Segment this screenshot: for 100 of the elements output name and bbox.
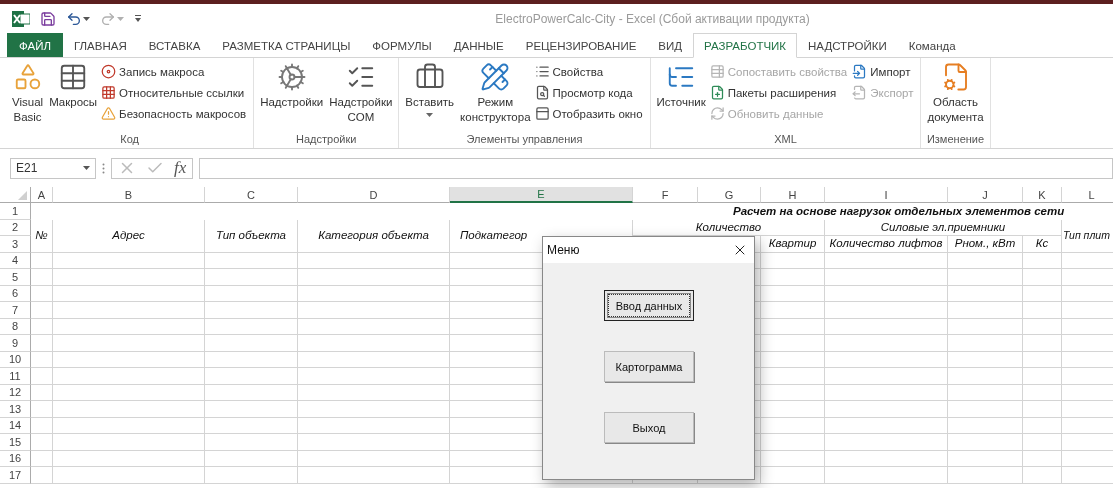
row-header[interactable]: 12 — [0, 384, 31, 401]
row-header[interactable]: 17 — [0, 467, 31, 484]
column-header[interactable]: G — [698, 187, 761, 203]
row-header[interactable]: 14 — [0, 417, 31, 434]
caret-icon[interactable] — [426, 113, 434, 117]
ribbon-command[interactable]: Относительные ссылки — [101, 82, 250, 103]
column-header[interactable]: J — [948, 187, 1023, 203]
name-box[interactable]: E21 — [10, 157, 96, 179]
row-header[interactable]: 15 — [0, 434, 31, 451]
header-cell: Рном., кВт — [948, 236, 1023, 253]
header-cell: Кс — [1023, 236, 1062, 253]
row-header[interactable]: 4 — [0, 252, 31, 269]
ribbon-button-label: Источник — [656, 95, 706, 110]
ribbon-command[interactable]: Просмотр кода — [534, 82, 646, 103]
ribbon-command[interactable]: Безопасность макросов — [101, 103, 250, 124]
ribbon-button[interactable]: Visual Basic — [10, 60, 46, 127]
table-cell — [31, 368, 53, 385]
table-cell — [1023, 401, 1062, 418]
table-cell — [1023, 269, 1062, 286]
header-cell: Тип объекта — [205, 219, 298, 253]
column-header[interactable]: I — [825, 187, 948, 203]
ribbon-button-label: Область документа — [927, 95, 984, 125]
column-header[interactable]: B — [53, 187, 205, 203]
row-header[interactable]: 11 — [0, 368, 31, 385]
column-header[interactable]: K — [1023, 187, 1062, 203]
file-plus-icon — [709, 85, 725, 100]
row-header[interactable]: 16 — [0, 450, 31, 467]
row-header[interactable]: 7 — [0, 302, 31, 319]
table-cell — [31, 401, 53, 418]
table-cell — [1023, 384, 1062, 401]
ribbon-command[interactable]: Запись макроса — [101, 61, 250, 82]
row-header[interactable]: 13 — [0, 401, 31, 418]
ribbon-tab[interactable]: РАЗРАБОТЧИК — [693, 33, 798, 58]
group-label: Изменение — [926, 132, 985, 147]
table-cell — [1023, 417, 1062, 434]
row-header[interactable]: 10 — [0, 351, 31, 368]
table-cell — [31, 269, 53, 286]
table-cell — [31, 351, 53, 368]
column-header[interactable]: C — [205, 187, 298, 203]
caret-icon[interactable] — [83, 166, 90, 170]
group-label: XML — [774, 132, 797, 147]
row-header[interactable]: 6 — [0, 285, 31, 302]
table-cell — [1023, 450, 1062, 467]
ribbon-button-label: Надстройки COM — [329, 95, 393, 125]
grip-icon — [102, 162, 105, 174]
ribbon-button[interactable]: Надстройки COM — [327, 60, 395, 127]
table-cell — [31, 285, 53, 302]
ribbon-command[interactable]: Импорт — [852, 61, 917, 82]
row-header[interactable]: 5 — [0, 269, 31, 286]
column-header[interactable]: E — [450, 187, 633, 203]
table-cell — [1023, 318, 1062, 335]
save-icon[interactable] — [40, 10, 56, 27]
list-icon — [534, 64, 550, 79]
column-header[interactable]: A — [31, 187, 53, 203]
ribbon-button[interactable]: Источник — [654, 60, 708, 112]
ribbon-command[interactable]: Отобразить окно — [534, 103, 646, 124]
group-label: Код — [120, 132, 139, 147]
table-cell — [31, 417, 53, 434]
ribbon-button-label: Надстройки — [260, 95, 324, 110]
dialog-button[interactable]: Картограмма — [604, 351, 694, 382]
ribbon-command[interactable]: Свойства — [534, 61, 646, 82]
table-cell — [1023, 467, 1062, 484]
ribbon-button[interactable]: Макросы — [47, 60, 100, 112]
dialog-button[interactable]: Ввод данных — [604, 290, 694, 321]
row-header[interactable]: 9 — [0, 335, 31, 352]
table-cell — [31, 450, 53, 467]
column-header[interactable]: H — [761, 187, 825, 203]
file-tab[interactable]: ФАЙЛ — [7, 33, 63, 57]
table-cell — [31, 467, 53, 484]
table-cell — [761, 335, 825, 352]
table-cell — [761, 368, 825, 385]
table-cell — [761, 467, 825, 484]
table-cell — [1023, 368, 1062, 385]
formula-field[interactable] — [199, 157, 1113, 179]
customize-caret-icon[interactable] — [134, 14, 142, 23]
header-cell: № — [31, 219, 53, 253]
header-cell: Категория объекта — [298, 219, 450, 253]
table-cell — [1023, 285, 1062, 302]
table-cell — [31, 318, 53, 335]
ribbon-button-label: Вставить — [405, 95, 455, 110]
row-header[interactable]: 8 — [0, 318, 31, 335]
ribbon-button-label: Visual Basic — [12, 95, 44, 125]
ribbon-button[interactable]: Область документа — [925, 60, 986, 127]
dialog-button[interactable]: Выход — [604, 412, 694, 443]
column-header[interactable]: F — [633, 187, 698, 203]
insert-function-button[interactable]: fx — [174, 158, 187, 178]
ribbon-command[interactable]: Пакеты расширения — [709, 82, 851, 103]
table-cell — [31, 335, 53, 352]
refresh-icon — [709, 106, 725, 121]
ribbon-button[interactable]: Вставить — [403, 60, 457, 119]
caret-icon[interactable] — [83, 16, 90, 21]
ribbon-button[interactable]: Надстройки — [258, 60, 326, 112]
column-header[interactable]: D — [298, 187, 450, 203]
window-title: ElectroPowerCalc-City - Excel (Сбой активации продукта) — [494, 11, 811, 26]
header-cell: Адрес — [53, 219, 205, 253]
group-label: Элементы управления — [466, 132, 583, 147]
record-icon — [101, 64, 117, 79]
ribbon-button[interactable]: Режим конструктора — [458, 60, 533, 127]
table-cell — [1023, 434, 1062, 451]
undo-icon[interactable] — [66, 10, 82, 27]
